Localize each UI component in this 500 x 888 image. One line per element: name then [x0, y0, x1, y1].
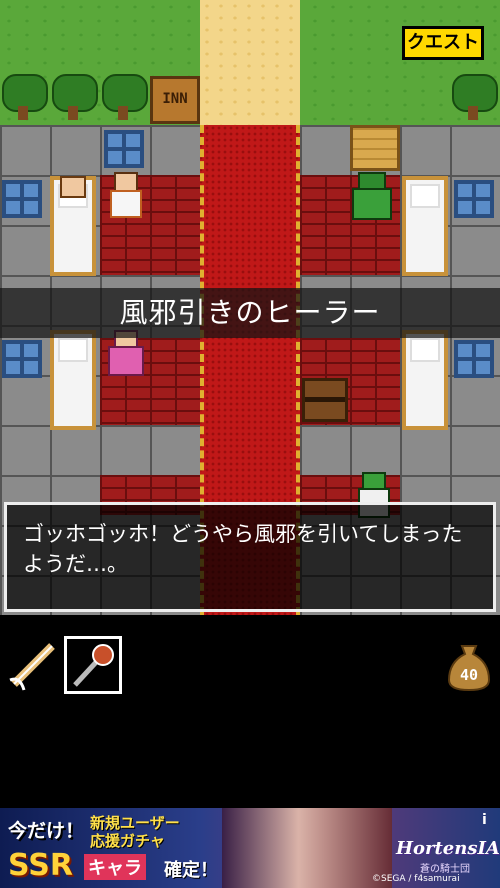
tree-icon [0, 74, 48, 120]
dirt-path [200, 0, 300, 125]
green-knight-sprite[interactable] [350, 172, 392, 220]
treasure-chest[interactable] [302, 378, 348, 422]
ad-limited-text: 今だけ！ [8, 820, 85, 842]
ad-gacha-text: 応援ガチャ [90, 832, 165, 850]
bed [50, 330, 96, 430]
window-icon [2, 180, 42, 218]
tree-icon [450, 74, 498, 120]
ad-confirm-text: 確定！ [164, 860, 218, 881]
inn-sign: INN [150, 76, 200, 124]
ad-credit: ©SEGA / f4samurai [372, 874, 460, 884]
dialog-box[interactable]: ゴッホゴッホ！どうやら風邪を引いてしまったようだ…。 [4, 502, 496, 612]
item-slot-selected[interactable] [64, 636, 122, 694]
window-icon [454, 340, 494, 378]
wooden-crate [350, 125, 400, 171]
ad-game-subtitle: 蒼の騎士団 [420, 864, 470, 875]
ad-ssr-text: SSR [8, 848, 73, 883]
sleeping-patient-sprite [52, 172, 92, 218]
tree-icon [50, 74, 98, 120]
tree-icon [100, 74, 148, 120]
money-count: 40 [459, 666, 479, 684]
mace-icon [73, 644, 114, 687]
quest-button[interactable]: クエスト [402, 26, 484, 60]
window-icon [104, 130, 144, 168]
sword-icon [9, 643, 55, 691]
ad-info-icon[interactable]: i [482, 812, 487, 828]
dialog-text: ゴッホゴッホ！どうやら風邪を引いてしまったようだ…。 [23, 522, 463, 576]
nurse-npc-sprite[interactable] [104, 172, 144, 218]
window-icon [454, 180, 494, 218]
bed [402, 330, 448, 430]
npc-name-banner: 風邪引きのヒーラー [0, 288, 500, 338]
bed [402, 176, 448, 276]
item-slot[interactable] [4, 636, 62, 694]
ad-game-logo: HortensIA [396, 838, 500, 859]
window-icon [2, 340, 42, 378]
ad-chara-text: キャラ [84, 854, 146, 880]
